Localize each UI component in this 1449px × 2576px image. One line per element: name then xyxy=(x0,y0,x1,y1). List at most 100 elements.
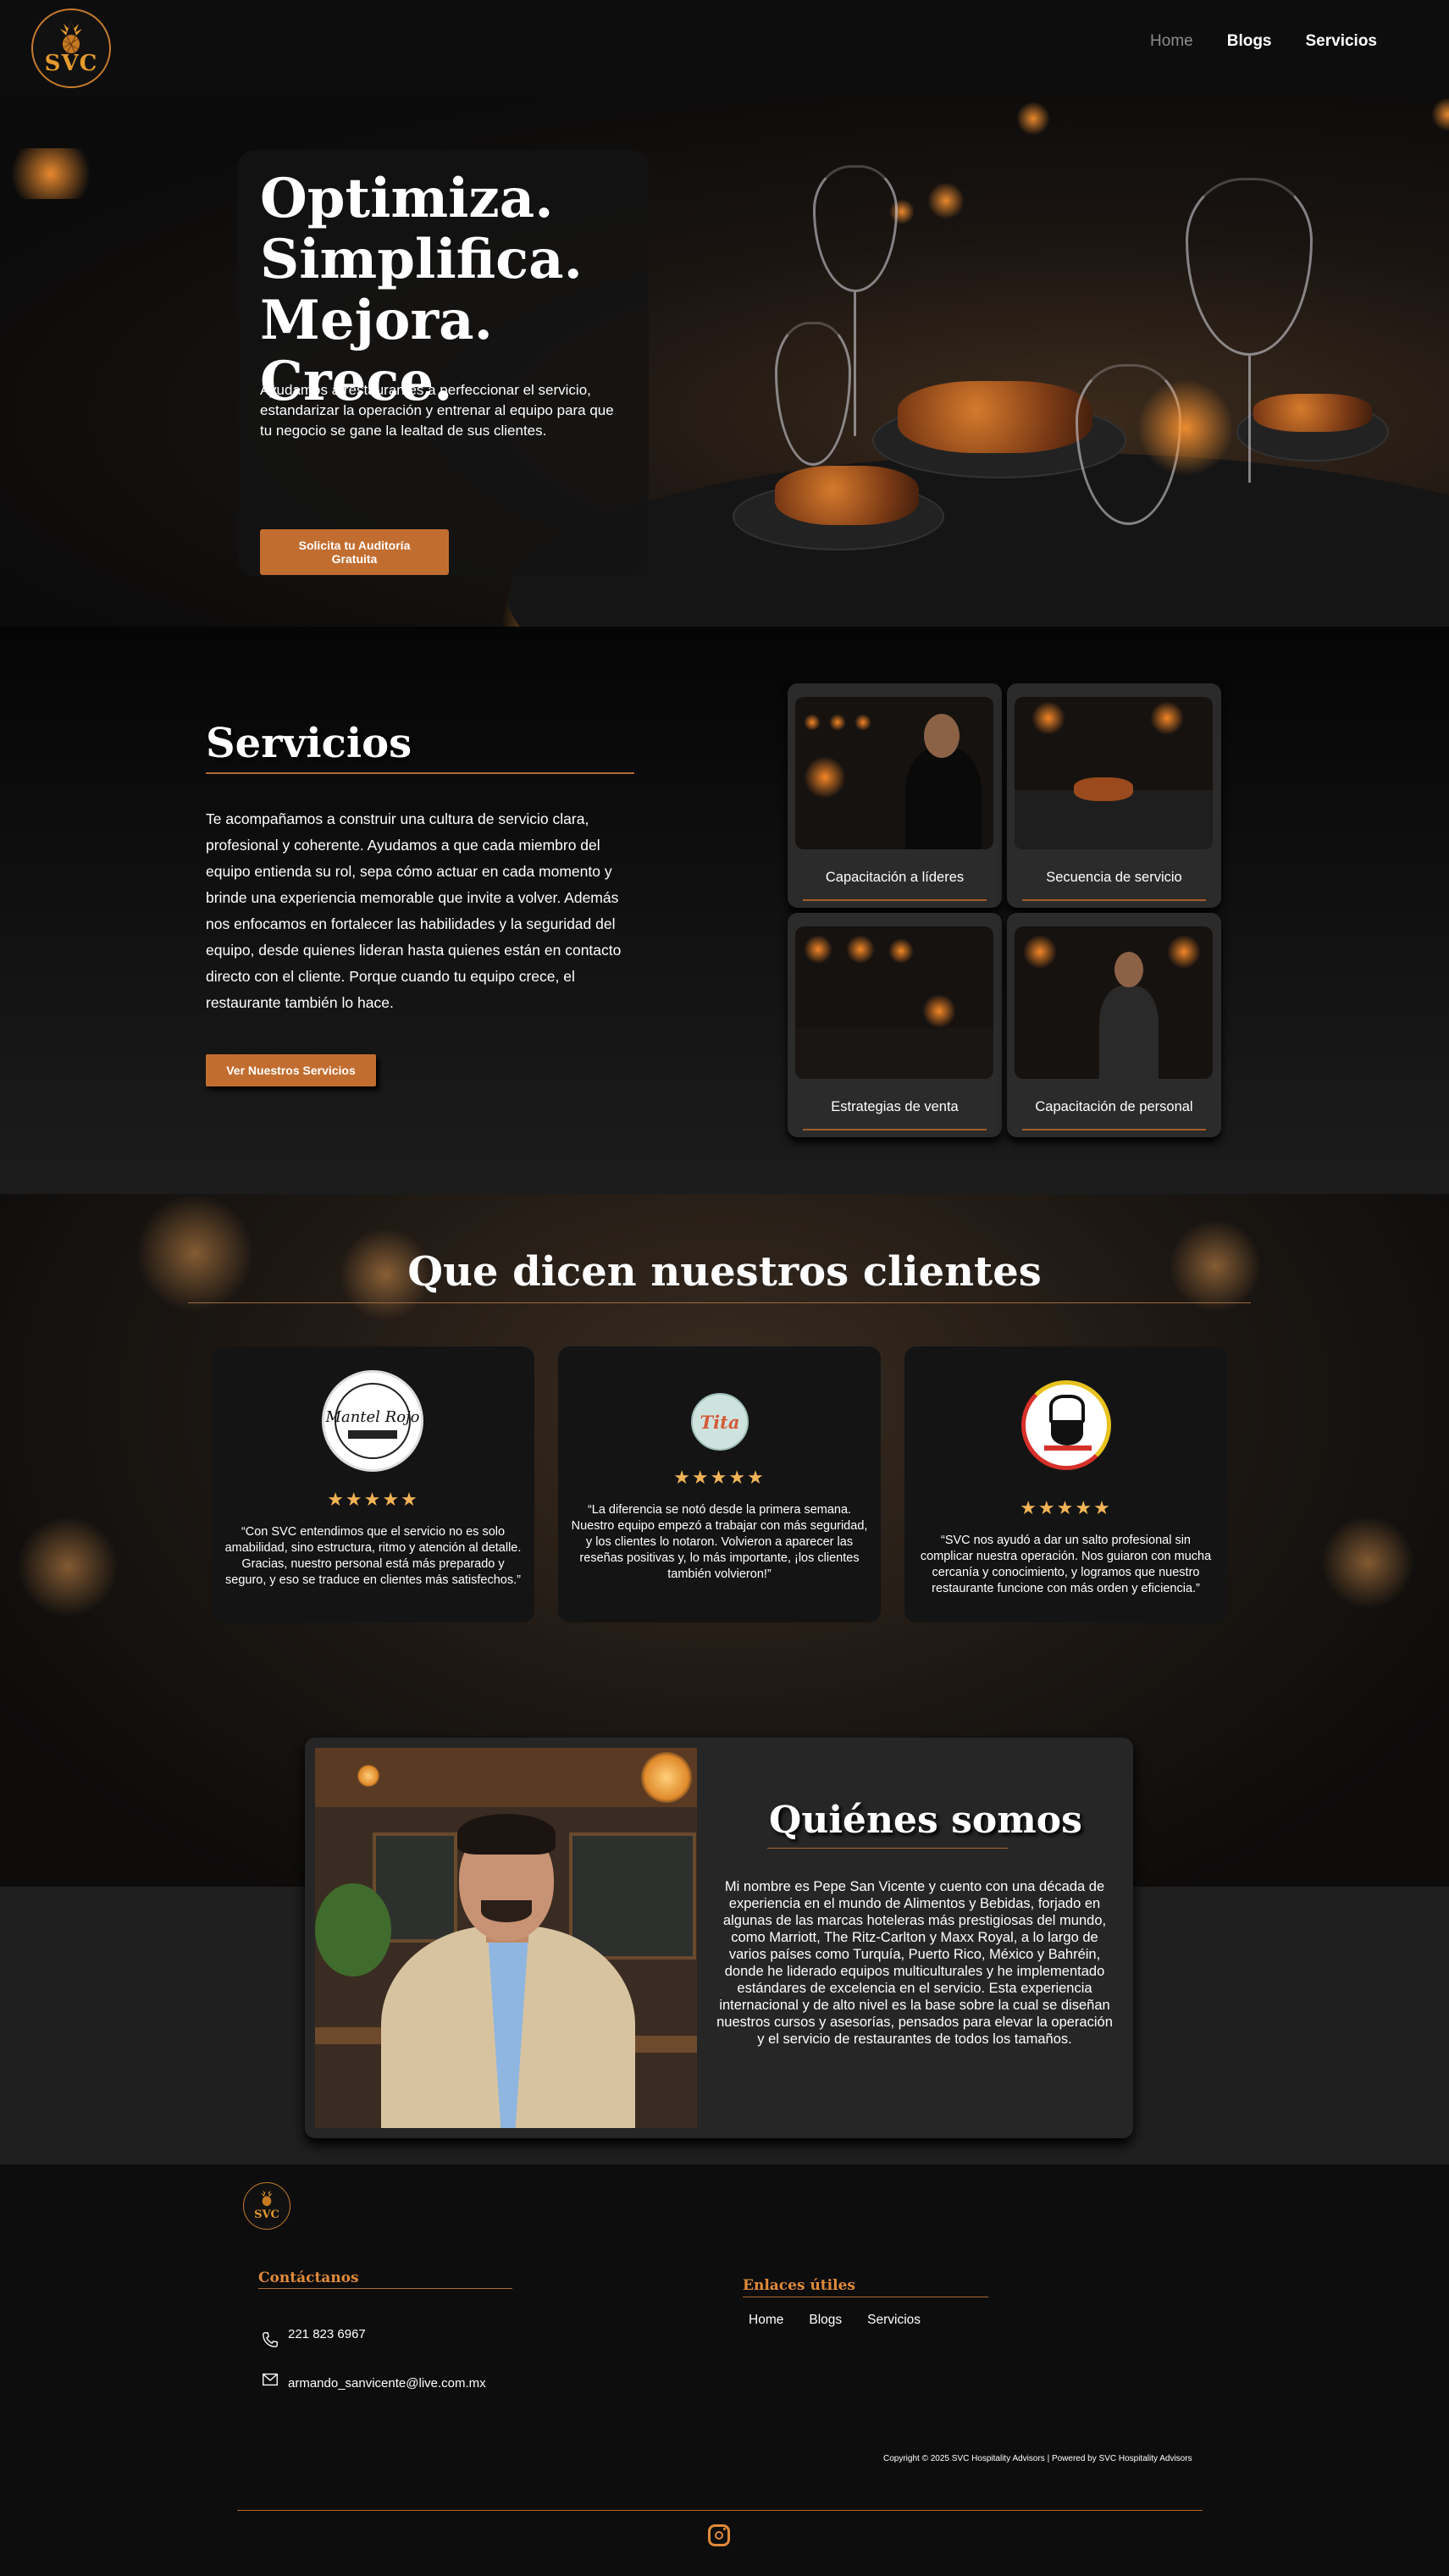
leader-photo xyxy=(795,697,993,849)
button-label-line: Solicita tu Auditoría xyxy=(298,539,411,552)
footer-logo[interactable]: SVC xyxy=(243,2182,290,2230)
logo-text: SVC xyxy=(254,2208,279,2221)
table-surface xyxy=(795,1028,993,1079)
testimonial-card: Tita ★★★★★ “La diferencia se notó desde … xyxy=(558,1346,881,1622)
site-footer: SVC Contáctanos 221 823 6967 armando_san… xyxy=(0,2164,1449,2576)
services-description: Te acompañamos a construir una cultura d… xyxy=(206,810,622,1011)
hero-title-line: Optimiza. xyxy=(260,167,554,230)
copyright: Copyright © 2025 SVC Hospitality Advisor… xyxy=(883,2454,1192,2463)
bokeh-light xyxy=(927,182,965,219)
free-audit-button[interactable]: Solicita tu Auditoría Gratuita xyxy=(260,529,449,575)
service-card[interactable]: Estrategias de venta xyxy=(788,913,1002,1137)
nav-servicios[interactable]: Servicios xyxy=(1306,32,1378,51)
glass-stem xyxy=(854,292,856,436)
footer-link-servicios[interactable]: Servicios xyxy=(867,2313,921,2328)
dish xyxy=(1074,777,1133,801)
rating-stars: ★★★★★ xyxy=(1020,1497,1112,1518)
pineapple-icon xyxy=(261,2188,273,2207)
wine-glass xyxy=(813,165,898,292)
services-section: Servicios Te acompañamos a construir una… xyxy=(0,627,1449,1194)
site-header: SVC Home Blogs Servicios xyxy=(0,0,1449,97)
footer-link-blogs[interactable]: Blogs xyxy=(809,2313,842,2328)
service-card[interactable]: Secuencia de servicio xyxy=(1007,683,1221,908)
nav-home[interactable]: Home xyxy=(1150,32,1193,51)
chef-face xyxy=(1051,1422,1083,1446)
view-services-button[interactable]: Ver Nuestros Servicios xyxy=(206,1054,376,1086)
card-underline xyxy=(1022,899,1206,901)
services-title: Servicios xyxy=(206,720,412,767)
service-card[interactable]: Capacitación de personal xyxy=(1007,913,1221,1137)
testimonials-title: Que dicen nuestros clientes xyxy=(407,1248,1042,1296)
email-icon xyxy=(263,2373,278,2386)
person-silhouette xyxy=(1099,986,1159,1079)
dining-table xyxy=(508,453,1449,627)
about-title: Quiénes somos xyxy=(769,1799,1082,1842)
about-description: Mi nombre es Pepe San Vicente y cuento c… xyxy=(716,1879,1113,2047)
footer-divider xyxy=(237,2510,1203,2511)
service-card-label: Secuencia de servicio xyxy=(1046,870,1182,885)
person-head xyxy=(1114,952,1143,987)
bokeh-light xyxy=(0,148,102,199)
person-head xyxy=(924,714,960,758)
title-divider xyxy=(767,1848,1008,1849)
main-nav: Home Blogs Servicios xyxy=(1150,32,1377,51)
phone-icon xyxy=(263,2332,278,2347)
wine-glass xyxy=(775,322,851,466)
plant xyxy=(315,1883,391,1976)
waiter-photo xyxy=(1015,926,1213,1079)
rating-stars: ★★★★★ xyxy=(673,1467,766,1488)
instagram-lens xyxy=(715,2531,723,2540)
beard xyxy=(481,1900,532,1922)
wine-glass-photo xyxy=(795,926,993,1079)
logo-wordmark: Tita xyxy=(700,1412,740,1433)
card-underline xyxy=(803,899,987,901)
phone-number[interactable]: 221 823 6967 xyxy=(288,2327,366,2341)
rating-stars: ★★★★★ xyxy=(327,1489,419,1510)
service-card[interactable]: Capacitación a líderes xyxy=(788,683,1002,908)
person-silhouette xyxy=(905,748,982,849)
bokeh-light xyxy=(804,714,821,731)
bokeh-light xyxy=(1016,102,1050,135)
footer-link-home[interactable]: Home xyxy=(749,2313,783,2328)
glass-stem xyxy=(1248,356,1251,483)
candle-glow xyxy=(922,994,956,1028)
chalkboard xyxy=(569,1832,696,1960)
service-card-label: Estrategias de venta xyxy=(831,1099,959,1114)
links-heading: Enlaces útiles xyxy=(743,2277,855,2294)
table-setting-photo xyxy=(1015,697,1213,849)
logo-tagline xyxy=(1044,1446,1092,1451)
bokeh-light xyxy=(829,714,846,731)
card-underline xyxy=(803,1129,987,1130)
pineapple-icon xyxy=(60,20,82,54)
ceiling-lamp xyxy=(357,1765,379,1787)
dish xyxy=(898,381,1092,453)
bokeh-light xyxy=(846,935,875,964)
service-card-label: Capacitación a líderes xyxy=(825,870,965,885)
instagram-icon[interactable] xyxy=(708,2524,730,2546)
hero-title-line: Simplifica. xyxy=(260,228,583,291)
mantel-rojo-logo: Mantel Rojo xyxy=(322,1370,423,1472)
chef-hat-logo xyxy=(1021,1380,1111,1470)
hero-description: Ayudamos a restaurantes a perfeccionar e… xyxy=(260,382,614,439)
title-divider xyxy=(206,772,634,774)
testimonial-card: ★★★★★ “SVC nos ayudó a dar un salto prof… xyxy=(904,1346,1227,1622)
hero-card: Optimiza. Simplifica. Mejora. Crece. Ayu… xyxy=(237,150,649,576)
title-divider xyxy=(188,1302,1251,1303)
bokeh-light xyxy=(1167,935,1201,969)
hero-section: Optimiza. Simplifica. Mejora. Crece. Ayu… xyxy=(0,97,1449,627)
bokeh-light xyxy=(804,756,846,799)
bokeh-light xyxy=(888,938,914,964)
founder-photo xyxy=(315,1748,697,2128)
dish xyxy=(775,466,919,525)
testimonial-quote: “SVC nos ayudó a dar un salto profesiona… xyxy=(920,1534,1212,1595)
hero-title: Optimiza. Simplifica. Mejora. Crece. xyxy=(260,169,649,412)
email-address[interactable]: armando_sanvicente@live.com.mx xyxy=(288,2376,486,2391)
bokeh-light xyxy=(1023,935,1057,969)
svc-logo[interactable]: SVC xyxy=(31,8,111,88)
logo-banner xyxy=(348,1430,397,1439)
nav-blogs[interactable]: Blogs xyxy=(1227,32,1272,51)
heading-underline xyxy=(258,2288,512,2289)
instagram-dot xyxy=(723,2528,726,2530)
hair xyxy=(457,1814,556,1855)
service-card-label: Capacitación de personal xyxy=(1035,1099,1193,1114)
